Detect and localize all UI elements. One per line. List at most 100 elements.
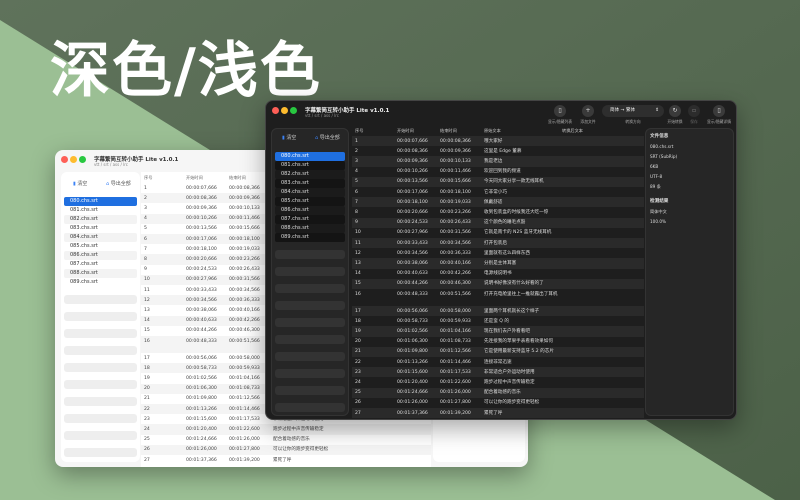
add-file-button[interactable]: + 添加文件 (578, 105, 598, 125)
index-cell: 19 (355, 328, 361, 334)
convert-label: 开始转换 (667, 119, 683, 124)
file-item[interactable]: 084.chs.srt (275, 188, 345, 197)
file-item[interactable]: 087.chs.srt (64, 260, 137, 269)
column-header[interactable]: 结束时间 (440, 128, 457, 134)
table-row[interactable]: 10 00:00:27,966 00:00:31,566 它就是南卡的 N2S 蓝牙无… (352, 227, 644, 238)
file-item[interactable]: 088.chs.srt (64, 269, 137, 278)
column-header[interactable]: 转换后文本 (562, 128, 583, 134)
end-cell: 00:00:15,666 (229, 226, 260, 232)
table-row[interactable]: 1 00:00:07,666 00:00:08,366 哦大家好 (352, 136, 644, 147)
table-row[interactable]: 19 00:01:02,566 00:01:04,166 现在我们去户外看看吧 (352, 326, 644, 337)
column-header[interactable]: 结束时间 (229, 175, 246, 181)
file-item[interactable]: 083.chs.srt (275, 179, 345, 188)
file-item[interactable]: 085.chs.srt (64, 242, 137, 251)
start-cell: 00:00:34,566 (186, 297, 217, 303)
file-item[interactable]: 083.chs.srt (64, 224, 137, 233)
index-cell: 20 (144, 386, 150, 392)
table-row[interactable]: 9 00:00:24,533 00:00:26,433 这个颜色的睡毛点豁 (352, 217, 644, 228)
file-item[interactable]: 084.chs.srt (64, 233, 137, 242)
direction-select[interactable]: 简体 → 繁体 ⇕ 转换方向 (602, 105, 664, 125)
table-row[interactable]: 8 00:00:20,666 00:00:23,266 收到包装盒的时候我还大吃一惊 (352, 207, 644, 218)
close-button[interactable] (61, 156, 68, 163)
file-item[interactable]: 088.chs.srt (275, 224, 345, 233)
minimize-button[interactable] (70, 156, 77, 163)
end-cell: 00:01:08,733 (229, 386, 260, 392)
file-item[interactable]: 081.chs.srt (275, 161, 345, 170)
zoom-button[interactable] (290, 107, 297, 114)
file-item[interactable]: 081.chs.srt (64, 206, 137, 215)
file-item[interactable]: 080.chs.srt (64, 197, 137, 206)
file-item[interactable]: 089.chs.srt (275, 233, 345, 242)
column-header[interactable]: 开始时间 (397, 128, 414, 134)
table-row[interactable]: 26 00:01:26,000 00:01:27,800 可以让你的跑步变得更轻松 (141, 444, 431, 455)
table-row[interactable]: 22 00:01:13,266 00:01:14,466 连接非常迅速 (352, 357, 644, 368)
close-button[interactable] (272, 107, 279, 114)
index-cell: 23 (144, 416, 150, 422)
table-row[interactable]: 25 00:01:24,666 00:01:26,000 配合着动感的音乐 (141, 434, 431, 445)
end-cell: 00:00:59,933 (229, 365, 260, 371)
table-row[interactable]: 13 00:00:38,066 00:00:40,166 分别是主体耳塞 (352, 258, 644, 269)
start-cell: 00:00:17,066 (186, 236, 217, 242)
file-item[interactable]: 089.chs.srt (64, 278, 137, 287)
table-row[interactable]: 24 00:01:20,400 00:01:22,600 跑步过程中声音传输稳定 (141, 424, 431, 435)
clear-button[interactable]: ▮ 清空 (73, 180, 87, 187)
export-all-button[interactable]: ⌂ 导出全部 (106, 180, 131, 187)
table-row[interactable]: 3 00:00:09,366 00:00:10,133 我是老边 (352, 156, 644, 167)
column-header[interactable]: 原始文本 (484, 128, 501, 134)
export-all-button[interactable]: ⌂ 导出全部 (315, 134, 340, 141)
index-cell: 9 (144, 267, 147, 273)
file-item[interactable]: 082.chs.srt (275, 170, 345, 179)
placeholder-row (64, 295, 137, 304)
column-header[interactable]: 序号 (144, 175, 152, 181)
file-item[interactable]: 086.chs.srt (64, 251, 137, 260)
table-row[interactable]: 27 00:01:37,366 00:01:39,200 累死了呼 (352, 408, 644, 419)
table-row[interactable]: 26 00:01:26,000 00:01:27,800 可以让你的跑步变得更轻松 (352, 397, 644, 408)
minimize-button[interactable] (281, 107, 288, 114)
table-row[interactable]: 20 00:01:06,300 00:01:08,733 先连接我的苹果手表看看效果如… (352, 336, 644, 347)
table-row[interactable]: 18 00:00:58,733 00:00:59,933 还是蛮 Q 的 (352, 316, 644, 327)
text-cell: 我是老边 (484, 158, 503, 164)
table-row[interactable]: 6 00:00:17,066 00:00:18,100 它非常小巧 (352, 187, 644, 198)
table-row[interactable]: 17 00:00:56,066 00:00:58,000 里面两个耳机就长这个样子 (352, 306, 644, 317)
table-row[interactable]: 25 00:01:24,666 00:01:26,000 配合着动感的音乐 (352, 387, 644, 398)
placeholder-row (64, 346, 137, 355)
index-cell: 24 (144, 426, 150, 432)
index-cell: 14 (355, 271, 361, 277)
file-item[interactable]: 080.chs.srt (275, 152, 345, 161)
table-row[interactable]: 7 00:00:18,100 00:00:19,033 佩戴舒适 (352, 197, 644, 208)
file-item[interactable]: 086.chs.srt (275, 206, 345, 215)
table-row[interactable]: 16 00:00:48,333 00:00:51,566 打开充电舱里往上一推就露出了… (352, 289, 644, 306)
end-cell: 00:01:14,466 (229, 406, 260, 412)
dark-window: 字幕繁简互转小助手 Lite v1.0.1 vtt / srt / ass / … (265, 100, 737, 420)
save-button[interactable]: ▫ 保存 (686, 105, 702, 125)
file-item[interactable]: 085.chs.srt (275, 197, 345, 206)
toggle-detail-button[interactable]: ▯ 显示/隐藏详情 (704, 105, 734, 125)
table-row[interactable]: 14 00:00:40,633 00:00:42,266 电源线说明书 (352, 268, 644, 279)
table-row[interactable]: 2 00:00:08,366 00:00:09,366 这里是 Edge 董慕 (352, 146, 644, 157)
start-cell: 00:00:07,666 (186, 185, 217, 191)
table-row[interactable]: 23 00:01:15,600 00:01:17,533 非常适合户外运动时使用 (352, 367, 644, 378)
toggle-list-button[interactable]: ▯ 显示/隐藏列表 (546, 105, 574, 125)
table-row[interactable]: 24 00:01:20,400 00:01:22,600 跑步过程中声音传输稳定 (352, 377, 644, 388)
direction-label: 转换方向 (625, 119, 641, 124)
clear-button[interactable]: ▮ 清空 (282, 134, 296, 141)
file-size: 6KB (650, 164, 659, 169)
export-icon: ⌂ (315, 135, 319, 141)
end-cell: 00:00:42,266 (229, 318, 260, 324)
file-item[interactable]: 087.chs.srt (275, 215, 345, 224)
table-row[interactable]: 5 00:00:13,566 00:00:15,666 今天同大家分享一款无线耳机 (352, 176, 644, 187)
table-row[interactable]: 11 00:00:33,433 00:00:34,566 打开包装后 (352, 238, 644, 249)
column-header[interactable]: 序号 (355, 128, 363, 134)
index-cell: 6 (355, 189, 358, 195)
app-subtitle: vtt / srt / ass / lrc (305, 113, 339, 118)
zoom-button[interactable] (79, 156, 86, 163)
table-row[interactable]: 15 00:00:44,266 00:00:46,300 说明书好像没有什么好看的了 (352, 278, 644, 289)
table-row[interactable]: 4 00:00:10,266 00:00:11,466 欢迎回到我的频道 (352, 166, 644, 177)
table-row[interactable]: 21 00:01:09,800 00:01:12,566 它是使用最新支持蓝牙 5.2… (352, 346, 644, 357)
table-row[interactable]: 12 00:00:34,566 00:00:36,333 里面就有这么四样东西 (352, 248, 644, 259)
convert-button[interactable]: ↻ 开始转换 (664, 105, 686, 125)
file-item[interactable]: 082.chs.srt (64, 215, 137, 224)
table-row[interactable]: 27 00:01:37,366 00:01:39,200 累死了呼 (141, 455, 431, 466)
column-header[interactable]: 开始时间 (186, 175, 203, 181)
end-cell: 00:00:51,566 (440, 291, 471, 297)
